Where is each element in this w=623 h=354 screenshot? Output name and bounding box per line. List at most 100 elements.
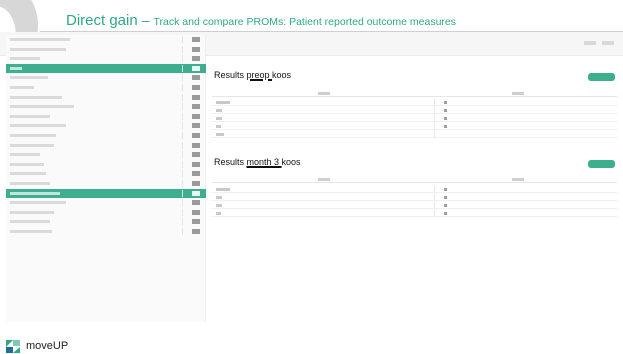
patient-name [10, 95, 62, 99]
row-divider [182, 84, 183, 91]
patient-count-badge [192, 56, 200, 62]
slide-title-separator: – [141, 12, 150, 28]
row-divider [182, 141, 183, 149]
patient-name [10, 86, 34, 89]
patient-count-badge [192, 104, 200, 110]
table-row [212, 131, 617, 138]
patient-list-item[interactable] [6, 179, 206, 188]
patient-count-badge [192, 161, 200, 167]
view-results-button[interactable] [588, 73, 615, 81]
patient-count-badge [192, 65, 200, 71]
table-row [212, 186, 617, 193]
patient-list-item[interactable] [6, 217, 206, 226]
patient-name [10, 57, 40, 61]
patient-list-item[interactable] [6, 93, 206, 102]
row-divider [182, 208, 183, 216]
patient-name [10, 114, 50, 118]
row-divider [182, 160, 183, 168]
patient-name [10, 47, 66, 51]
table-row [212, 115, 617, 122]
patient-list-item[interactable] [6, 141, 206, 150]
patient-list-item[interactable] [6, 208, 206, 217]
patient-count-badge [192, 85, 200, 90]
view-results-button[interactable] [588, 160, 615, 168]
table-row [212, 194, 617, 201]
patient-count-badge [192, 123, 200, 129]
slide-title: Direct gain – Track and compare PROMs: Pat… [66, 12, 456, 30]
table-header [212, 176, 617, 183]
patient-list-item[interactable] [6, 188, 206, 198]
row-divider [182, 189, 183, 197]
row-divider [182, 74, 183, 82]
patient-name [10, 230, 52, 233]
row-divider [182, 170, 183, 178]
patient-list-item[interactable] [6, 54, 206, 63]
topbar-link[interactable] [584, 41, 596, 45]
patient-name [10, 76, 48, 80]
table-row [212, 99, 617, 106]
patient-count-badge [192, 46, 200, 52]
patient-count-badge [192, 229, 200, 234]
patient-name [10, 124, 66, 128]
patient-list-item[interactable] [6, 150, 206, 159]
patient-name [10, 201, 66, 205]
results-section-month3: Results month 3 koos [212, 157, 617, 237]
row-divider [182, 199, 183, 207]
logo-text: moveUP [26, 340, 69, 352]
patient-name [10, 162, 44, 166]
patient-count-badge [192, 219, 200, 225]
moveup-logo-icon [6, 339, 20, 353]
patient-count-badge [192, 181, 200, 186]
patient-name [10, 182, 50, 185]
row-divider [182, 132, 183, 139]
patient-list-sidebar [6, 35, 206, 322]
topbar-link[interactable] [602, 41, 614, 45]
slide-subtitle: Track and compare PROMs: Patient reporte… [153, 16, 457, 28]
patient-name [10, 38, 70, 41]
row-divider [182, 93, 183, 101]
section-title: Results preop koos [214, 70, 291, 80]
patient-list-item[interactable] [6, 102, 206, 111]
row-divider [182, 45, 183, 53]
patient-list-item[interactable] [6, 63, 206, 73]
patient-name [10, 172, 46, 176]
table-row [212, 210, 617, 217]
row-divider [182, 112, 183, 120]
patient-name [10, 153, 40, 157]
table-row [212, 202, 617, 209]
patient-list-item[interactable] [6, 112, 206, 121]
row-divider [182, 180, 183, 187]
table-row [212, 123, 617, 130]
patient-list-item[interactable] [6, 45, 206, 54]
patient-name [10, 191, 60, 195]
patient-list-item[interactable] [6, 160, 206, 169]
patient-name [10, 220, 50, 224]
patient-count-badge [192, 133, 200, 138]
patient-count-badge [192, 142, 200, 148]
row-divider [182, 218, 183, 226]
patient-name [10, 105, 74, 109]
patient-list-item[interactable] [6, 73, 206, 82]
patient-list-item[interactable] [6, 169, 206, 178]
row-divider [182, 103, 183, 111]
row-divider [182, 228, 183, 235]
moveup-logo: moveUP [6, 339, 75, 353]
patient-list-item[interactable] [6, 131, 206, 140]
patient-count-badge [192, 171, 200, 177]
section-title: Results month 3 koos [214, 157, 301, 167]
patient-count-badge [192, 113, 200, 119]
patient-list-item[interactable] [6, 227, 206, 236]
section-title-suffix: koos [272, 70, 292, 80]
row-divider [182, 151, 183, 159]
patient-name [10, 134, 56, 137]
patient-list-item[interactable] [6, 83, 206, 92]
table-row [212, 107, 617, 114]
patient-count-badge [192, 200, 200, 206]
slide-title-main: Direct gain [66, 12, 138, 29]
row-divider [182, 36, 183, 43]
patient-list-item[interactable] [6, 121, 206, 130]
patient-count-badge [192, 209, 200, 215]
section-title-suffix: koos [281, 157, 301, 167]
patient-list-item[interactable] [6, 198, 206, 207]
patient-list-item[interactable] [6, 35, 206, 44]
